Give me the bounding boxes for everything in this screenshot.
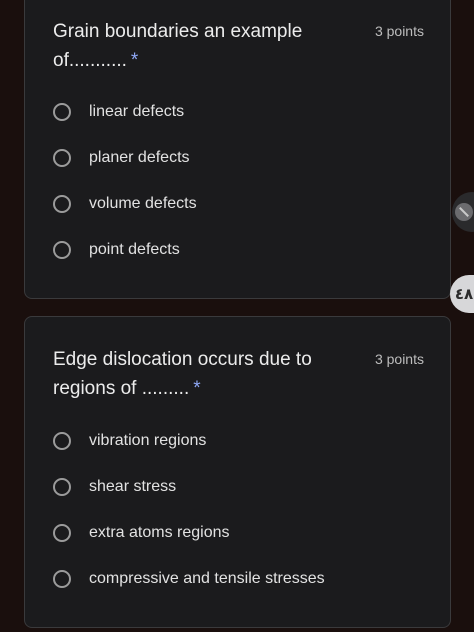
required-asterisk: * <box>193 378 201 399</box>
radio-button[interactable] <box>53 524 71 542</box>
radio-button[interactable] <box>53 103 71 121</box>
question-title: Edge dislocation occurs due to regions o… <box>53 349 312 399</box>
option-label: linear defects <box>89 103 185 120</box>
radio-button[interactable] <box>53 432 71 450</box>
option-extra-atoms-regions[interactable]: extra atoms regions <box>53 510 430 556</box>
option-label: point defects <box>89 241 180 258</box>
question-card-1: Grain boundaries an example of..........… <box>24 0 451 299</box>
option-label: extra atoms regions <box>89 524 230 541</box>
radio-button[interactable] <box>53 195 71 213</box>
option-label: shear stress <box>89 478 177 495</box>
option-label: volume defects <box>89 195 197 212</box>
options-list: linear defects planer defects volume def… <box>53 89 430 273</box>
required-asterisk: * <box>130 50 139 71</box>
floating-badge[interactable]: ٤٨ <box>450 275 474 313</box>
radio-button[interactable] <box>53 570 71 588</box>
option-compressive-tensile-stresses[interactable]: compressive and tensile stresses <box>53 556 430 602</box>
option-vibration-regions[interactable]: vibration regions <box>53 418 430 464</box>
question-points: 3 points <box>374 23 424 39</box>
question-title: Grain boundaries an example of..........… <box>53 21 303 71</box>
question-points: 3 points <box>374 351 424 367</box>
option-shear-stress[interactable]: shear stress <box>53 464 430 510</box>
question-header: Grain boundaries an example of..........… <box>53 17 424 75</box>
option-label: compressive and tensile stresses <box>89 570 325 587</box>
floating-mic-button[interactable] <box>452 192 474 232</box>
question-header: Edge dislocation occurs due to regions o… <box>53 345 424 403</box>
option-linear-defects[interactable]: linear defects <box>53 89 430 135</box>
question-card-2: Edge dislocation occurs due to regions o… <box>24 316 451 628</box>
radio-button[interactable] <box>53 241 71 259</box>
option-label: planer defects <box>89 149 190 166</box>
radio-button[interactable] <box>53 478 71 496</box>
option-label: vibration regions <box>89 432 207 449</box>
radio-button[interactable] <box>53 149 71 167</box>
mic-off-icon <box>455 203 473 221</box>
option-point-defects[interactable]: point defects <box>53 227 430 273</box>
option-planer-defects[interactable]: planer defects <box>53 135 430 181</box>
options-list: vibration regions shear stress extra ato… <box>53 418 430 602</box>
option-volume-defects[interactable]: volume defects <box>53 181 430 227</box>
